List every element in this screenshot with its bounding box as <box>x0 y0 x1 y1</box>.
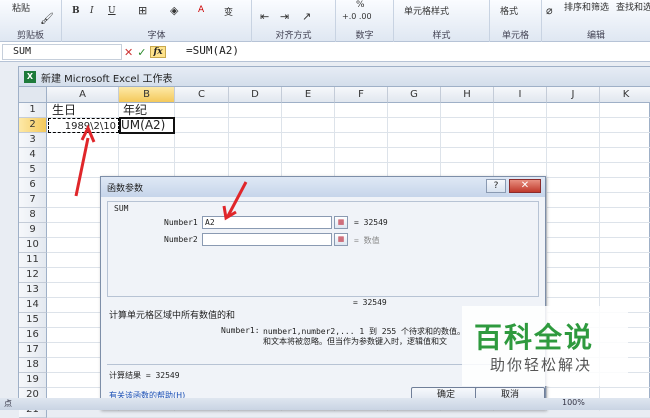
status-mode: 点 <box>4 399 12 408</box>
status-bar: 点 100% <box>0 398 650 410</box>
watermark-slogan: 助你轻松解决 <box>490 356 593 374</box>
arrow-to-number1 <box>226 181 248 217</box>
zoom-level[interactable]: 100% <box>562 398 585 407</box>
arrow-to-cell-a2 <box>74 137 90 197</box>
watermark: 百科全说 助你轻松解决 <box>462 306 628 386</box>
watermark-brand: 百科全说 <box>474 321 595 354</box>
